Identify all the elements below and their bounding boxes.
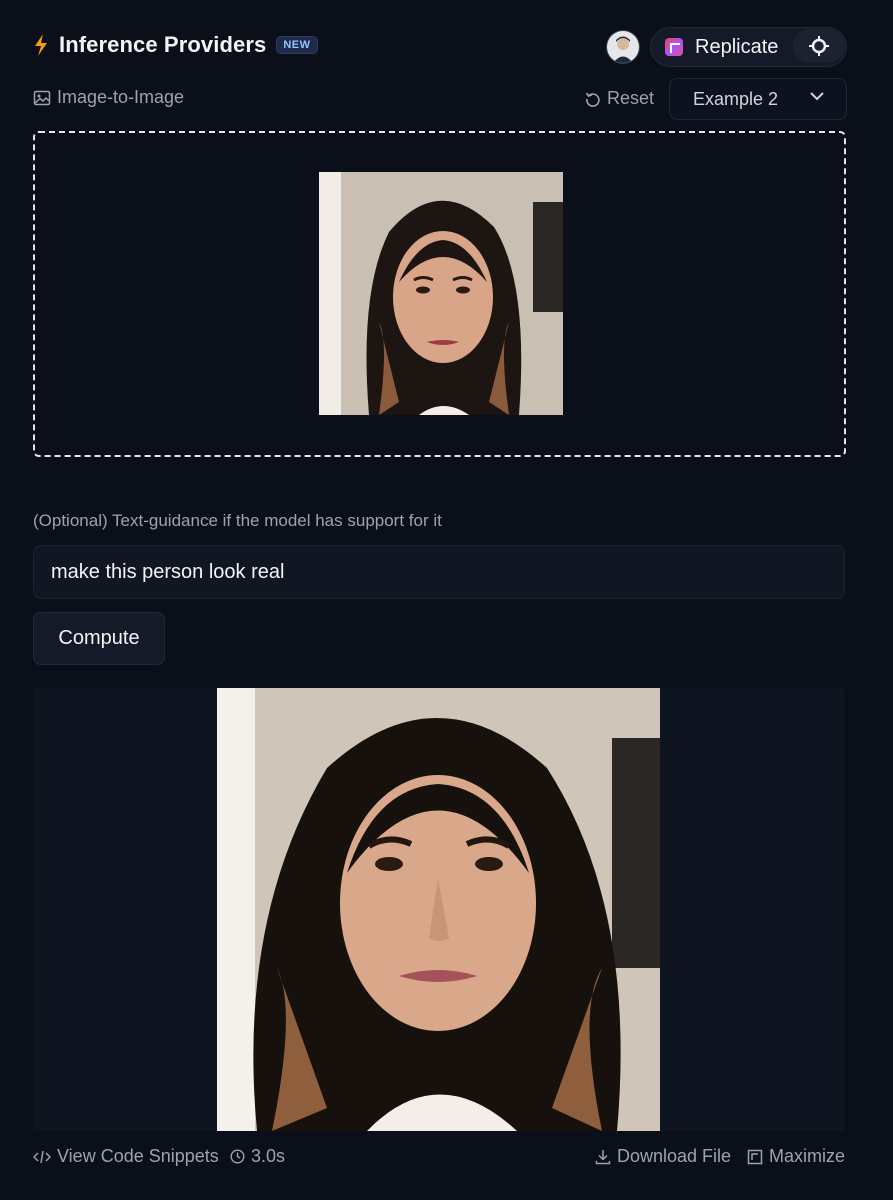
code-icon bbox=[33, 1150, 51, 1163]
compute-button[interactable]: Compute bbox=[33, 612, 165, 665]
reset-icon bbox=[585, 92, 600, 107]
reset-label: Reset bbox=[607, 88, 655, 108]
maximize-label: Maximize bbox=[769, 1146, 846, 1166]
task-type: Image-to-Image bbox=[33, 87, 184, 108]
gear-icon bbox=[809, 36, 829, 56]
example-selected: Example 2 bbox=[693, 89, 779, 109]
guidance-label: (Optional) Text-guidance if the model ha… bbox=[33, 511, 442, 530]
duration-indicator: 3.0s bbox=[230, 1146, 285, 1167]
chevron-down-icon bbox=[810, 92, 824, 101]
user-avatar[interactable] bbox=[606, 30, 640, 64]
replicate-logo-icon bbox=[665, 38, 683, 56]
maximize-icon bbox=[747, 1149, 763, 1164]
footer-bar: View Code Snippets 3.0s Download File Ma… bbox=[33, 1144, 845, 1170]
download-label: Download File bbox=[617, 1146, 732, 1166]
view-code-snippets-link[interactable]: View Code Snippets bbox=[33, 1146, 219, 1167]
download-icon bbox=[595, 1149, 611, 1164]
image-dropzone[interactable] bbox=[33, 131, 846, 457]
task-label: Image-to-Image bbox=[57, 87, 185, 107]
header: Inference Providers NEW Replicate bbox=[33, 26, 847, 68]
provider-name: Replicate bbox=[695, 36, 779, 58]
title-group: Inference Providers NEW bbox=[33, 32, 318, 58]
reset-button[interactable]: Reset bbox=[585, 88, 654, 109]
page-title: Inference Providers bbox=[59, 32, 267, 57]
duration-value: 3.0s bbox=[251, 1146, 286, 1166]
bolt-icon bbox=[33, 34, 49, 56]
clock-icon bbox=[230, 1149, 245, 1164]
new-badge: NEW bbox=[276, 36, 318, 54]
image-icon bbox=[33, 90, 51, 105]
view-code-label: View Code Snippets bbox=[57, 1146, 219, 1166]
download-file-button[interactable]: Download File bbox=[595, 1146, 731, 1167]
maximize-button[interactable]: Maximize bbox=[747, 1146, 845, 1167]
output-panel bbox=[33, 688, 845, 1131]
settings-button[interactable] bbox=[793, 29, 845, 63]
example-dropdown[interactable]: Example 2 bbox=[669, 78, 847, 120]
input-image bbox=[319, 172, 563, 415]
task-bar: Image-to-Image Reset Example 2 bbox=[33, 78, 847, 120]
prompt-input[interactable] bbox=[33, 545, 845, 599]
output-image bbox=[217, 688, 660, 1131]
provider-selector[interactable]: Replicate bbox=[650, 27, 847, 67]
